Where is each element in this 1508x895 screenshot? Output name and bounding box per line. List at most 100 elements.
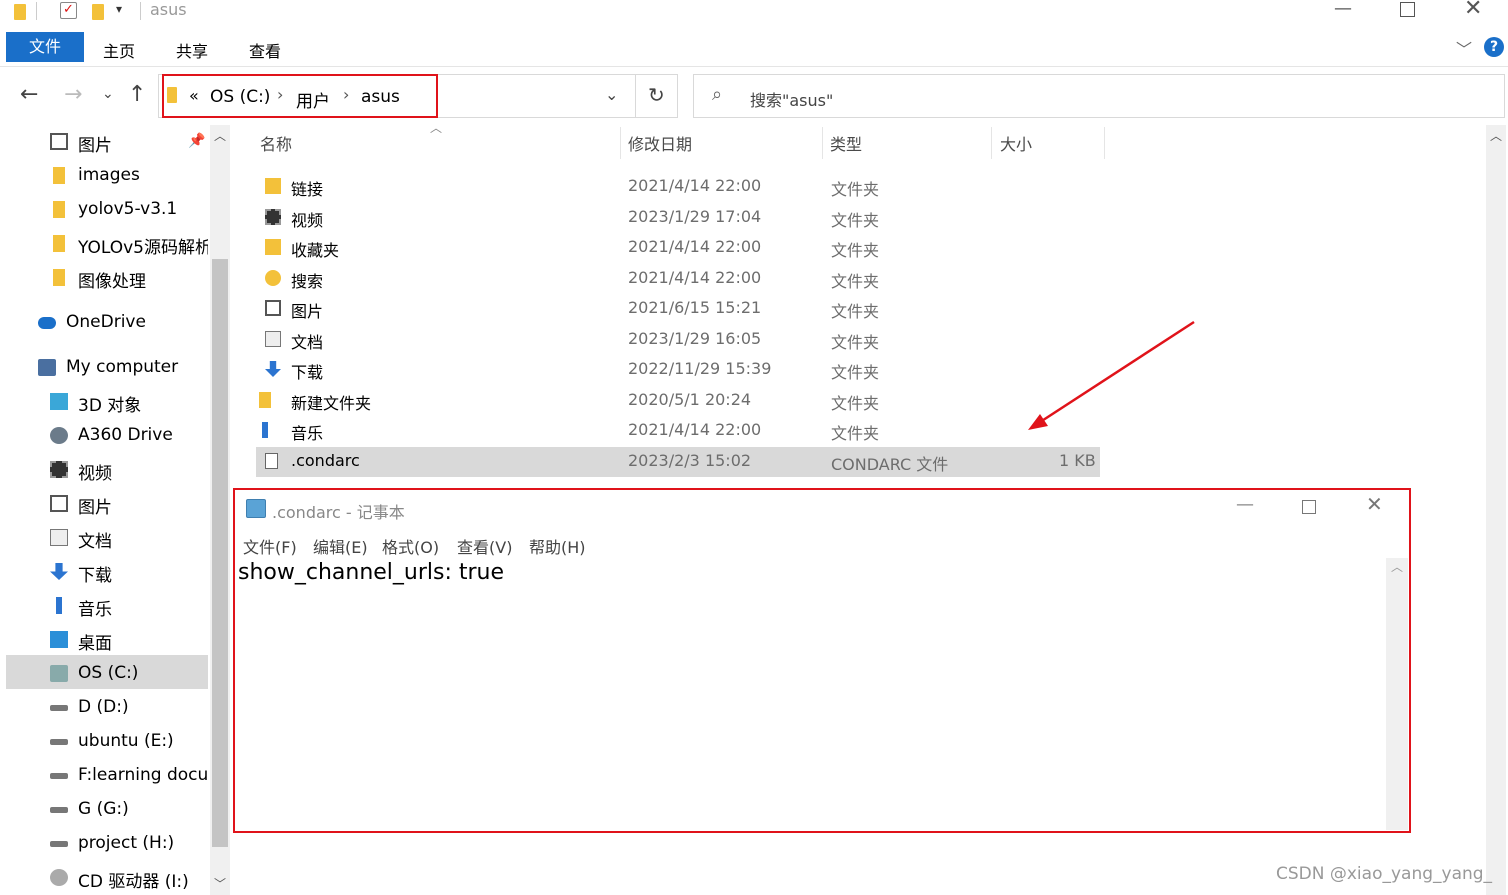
nav-item-label: D (D:) bbox=[78, 697, 129, 717]
properties-icon[interactable]: ✓ bbox=[60, 2, 77, 19]
file-type: 文件夹 bbox=[831, 332, 880, 352]
up-arrow-icon[interactable]: ↑ bbox=[128, 82, 146, 107]
music-icon bbox=[56, 597, 62, 614]
nav-item[interactable]: 文档 bbox=[50, 527, 208, 555]
file-name: 搜索 bbox=[291, 271, 324, 291]
nav-item[interactable]: 音乐 bbox=[50, 595, 208, 623]
search-input[interactable]: 搜索"asus" bbox=[750, 87, 833, 111]
nav-item[interactable]: 视频 bbox=[50, 459, 208, 487]
picture-icon bbox=[50, 133, 68, 150]
nav-item[interactable]: 下载 bbox=[50, 561, 208, 589]
nav-item-label: 文档 bbox=[78, 532, 112, 552]
file-date: 2021/4/14 22:00 bbox=[628, 237, 762, 256]
file-row[interactable]: 视频 2023/1/29 17:04 文件夹 bbox=[256, 203, 1100, 233]
forward-arrow-icon[interactable]: → bbox=[64, 82, 82, 107]
folder-icon bbox=[53, 235, 65, 252]
maximize-icon[interactable] bbox=[1400, 2, 1415, 17]
scroll-up-icon[interactable]: ︿ bbox=[214, 127, 226, 144]
column-type[interactable]: 类型 bbox=[830, 131, 862, 155]
file-row[interactable]: 新建文件夹 2020/5/1 20:24 文件夹 bbox=[256, 386, 1100, 416]
computer-icon bbox=[38, 359, 56, 376]
list-scrollbar[interactable]: ︿ bbox=[1486, 125, 1506, 895]
refresh-icon[interactable]: ↻ bbox=[648, 83, 665, 107]
file-type: 文件夹 bbox=[831, 424, 880, 443]
recent-locations-icon[interactable]: ⌄ bbox=[102, 86, 114, 102]
column-divider bbox=[620, 127, 621, 159]
nav-item-label: 视频 bbox=[78, 464, 112, 484]
address-dropdown-icon[interactable]: ⌄ bbox=[605, 85, 618, 104]
nav-item-label: 图片 bbox=[78, 498, 112, 518]
nav-item[interactable]: My computer bbox=[38, 357, 208, 385]
nav-item[interactable]: OneDrive bbox=[38, 312, 208, 340]
drive-icon bbox=[50, 841, 68, 847]
nav-item-label: images bbox=[78, 165, 140, 185]
notepad-highlight-box bbox=[233, 488, 1411, 833]
file-row[interactable]: 文档 2023/1/29 16:05 文件夹 bbox=[256, 325, 1100, 355]
watermark: CSDN @xiao_yang_yang_ bbox=[1276, 864, 1493, 884]
back-arrow-icon[interactable]: ← bbox=[20, 82, 38, 107]
column-size[interactable]: 大小 bbox=[1000, 131, 1032, 155]
file-row[interactable]: 音乐 2021/4/14 22:00 文件夹 bbox=[256, 416, 1100, 446]
nav-item-label: My computer bbox=[66, 357, 179, 377]
drive-icon bbox=[50, 807, 68, 813]
nav-item[interactable]: 桌面 bbox=[50, 629, 208, 657]
column-date[interactable]: 修改日期 bbox=[628, 131, 692, 155]
new-folder-icon[interactable] bbox=[92, 4, 104, 20]
nav-item[interactable]: YOLOv5源码解析 bbox=[50, 233, 208, 261]
nav-item[interactable]: images bbox=[50, 165, 208, 193]
file-type: CONDARC 文件 bbox=[831, 454, 949, 474]
file-icon bbox=[265, 452, 278, 469]
music-icon bbox=[262, 422, 268, 438]
nav-item[interactable]: G (G:) bbox=[50, 799, 208, 827]
nav-item[interactable]: F:learning docu bbox=[50, 765, 208, 793]
drive-icon bbox=[50, 739, 68, 745]
scroll-thumb[interactable] bbox=[212, 259, 228, 847]
annotation-arrow bbox=[1028, 320, 1195, 430]
nav-item[interactable]: yolov5-v3.1 bbox=[50, 199, 208, 227]
folder-icon bbox=[53, 269, 65, 286]
nav-scrollbar[interactable]: ︿ ﹀ bbox=[210, 125, 230, 895]
pin-icon[interactable]: 📌 bbox=[188, 133, 205, 149]
file-date: 2020/5/1 20:24 bbox=[628, 389, 752, 409]
file-row[interactable]: 搜索 2021/4/14 22:00 文件夹 bbox=[256, 264, 1100, 294]
link-folder-icon bbox=[265, 178, 281, 194]
scroll-up-icon[interactable]: ︿ bbox=[1490, 127, 1502, 144]
minimize-icon[interactable]: — bbox=[1334, 0, 1352, 19]
file-type: 文件夹 bbox=[831, 393, 880, 413]
picture-icon bbox=[265, 300, 281, 316]
nav-item[interactable]: D (D:) bbox=[50, 697, 208, 725]
nav-item[interactable]: 图像处理 bbox=[50, 267, 208, 295]
file-row[interactable]: 下载 2022/11/29 15:39 文件夹 bbox=[256, 355, 1100, 385]
file-row[interactable]: 链接 2021/4/14 22:00 文件夹 bbox=[256, 172, 1100, 202]
tab-view[interactable]: 查看 bbox=[249, 38, 281, 62]
nav-item[interactable]: A360 Drive bbox=[50, 425, 208, 453]
tab-file[interactable]: 文件 bbox=[6, 32, 84, 62]
file-row[interactable]: 收藏夹 2021/4/14 22:00 文件夹 bbox=[256, 233, 1100, 263]
column-name[interactable]: 名称 bbox=[260, 131, 292, 155]
chevron-down-icon[interactable]: ▾ bbox=[116, 2, 122, 16]
tab-share[interactable]: 共享 bbox=[176, 38, 208, 62]
file-row[interactable]: .condarc 2023/2/3 15:02 CONDARC 文件 1 KB bbox=[256, 446, 1100, 477]
tab-home[interactable]: 主页 bbox=[103, 38, 135, 62]
nav-item[interactable]: 图片 bbox=[50, 131, 208, 159]
file-type: 文件夹 bbox=[831, 271, 880, 291]
file-date: 2021/4/14 22:00 bbox=[628, 420, 762, 439]
nav-item[interactable]: 图片 bbox=[50, 493, 208, 521]
nav-item-label: 桌面 bbox=[78, 634, 112, 654]
drive-icon bbox=[50, 773, 68, 779]
picture-icon bbox=[50, 495, 68, 512]
expand-ribbon-icon[interactable]: ﹀ bbox=[1456, 36, 1472, 60]
search-box[interactable]: ⌕ 搜索"asus" bbox=[693, 74, 1505, 118]
ribbon: 文件 主页 共享 查看 ﹀ ? bbox=[0, 30, 1508, 67]
close-icon[interactable]: ✕ bbox=[1464, 0, 1482, 21]
nav-item[interactable]: 3D 对象 bbox=[50, 391, 208, 419]
file-row[interactable]: 图片 2021/6/15 15:21 文件夹 bbox=[256, 294, 1100, 324]
file-name: 图片 bbox=[291, 302, 324, 321]
scroll-down-icon[interactable]: ﹀ bbox=[214, 875, 226, 892]
desktop-icon bbox=[50, 631, 68, 648]
nav-item[interactable]: project (H:) bbox=[50, 833, 208, 861]
nav-item[interactable]: CD 驱动器 (I:) bbox=[50, 867, 208, 895]
help-icon[interactable]: ? bbox=[1484, 37, 1504, 57]
nav-item[interactable]: OS (C:) bbox=[50, 663, 208, 691]
nav-item[interactable]: ubuntu (E:) bbox=[50, 731, 208, 759]
